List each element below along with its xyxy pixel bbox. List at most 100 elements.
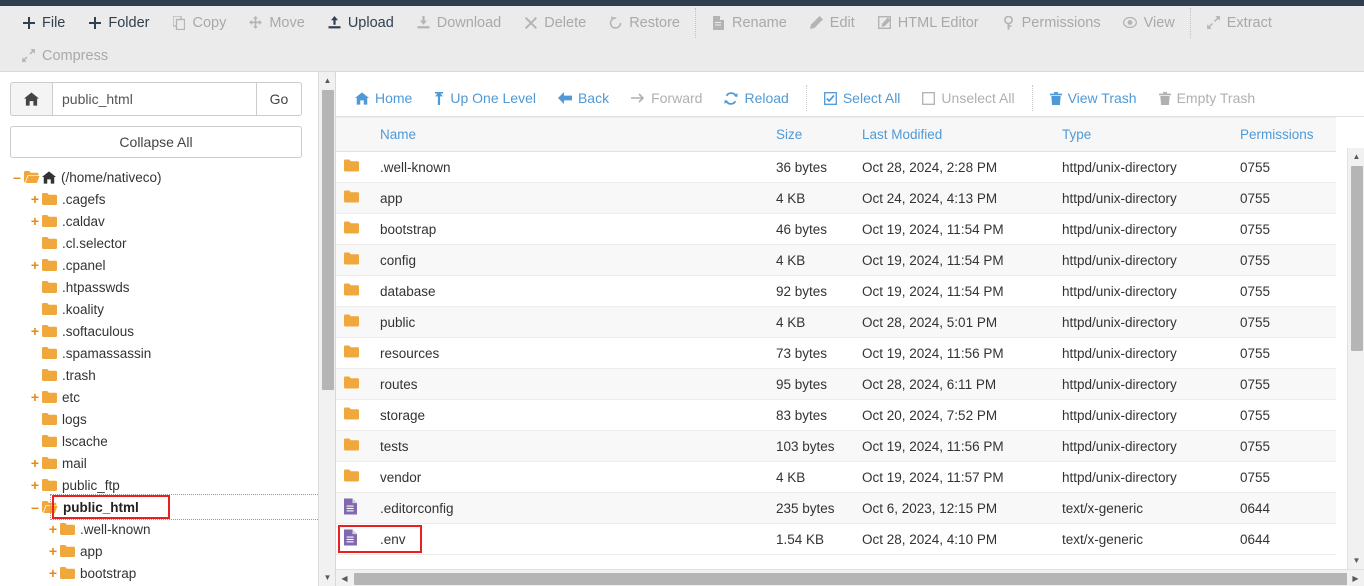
tree-item-dot-spamassassin[interactable]: .spamassassin bbox=[10, 342, 325, 364]
table-row[interactable]: resources73 bytesOct 19, 2024, 11:56 PMh… bbox=[336, 338, 1336, 369]
tree-item-bootstrap[interactable]: +bootstrap bbox=[10, 562, 325, 584]
table-row[interactable]: config4 KBOct 19, 2024, 11:54 PMhttpd/un… bbox=[336, 245, 1336, 276]
collapse-icon[interactable]: – bbox=[28, 500, 42, 514]
scroll-up-icon[interactable]: ▲ bbox=[319, 72, 336, 89]
table-scroll-left-icon[interactable]: ◀ bbox=[336, 570, 353, 586]
cell-type: text/x-generic bbox=[1062, 524, 1240, 555]
cell-name[interactable]: .editorconfig bbox=[336, 493, 776, 524]
cell-name[interactable]: vendor bbox=[336, 462, 776, 493]
table-row[interactable]: app4 KBOct 24, 2024, 4:13 PMhttpd/unix-d… bbox=[336, 183, 1336, 214]
toolbar-folder-button[interactable]: Folder bbox=[76, 6, 160, 39]
tree-item-dot-cl-selector[interactable]: .cl.selector bbox=[10, 232, 325, 254]
action-up-one-level-link[interactable]: Up One Level bbox=[423, 90, 547, 106]
action-home-link[interactable]: Home bbox=[344, 90, 423, 106]
expand-icon[interactable]: + bbox=[46, 522, 60, 536]
expand-icon[interactable]: + bbox=[28, 258, 42, 272]
cell-size: 4 KB bbox=[776, 183, 862, 214]
tree-item-dot-cpanel[interactable]: +.cpanel bbox=[10, 254, 325, 276]
table-scroll-right-icon[interactable]: ▶ bbox=[1347, 569, 1364, 586]
table-row[interactable]: .env1.54 KBOct 28, 2024, 4:10 PMtext/x-g… bbox=[336, 524, 1336, 555]
folder-icon bbox=[344, 315, 359, 330]
action-reload-link[interactable]: Reload bbox=[713, 90, 799, 106]
tree-item-etc[interactable]: +etc bbox=[10, 386, 325, 408]
tree-item-dot-trash[interactable]: .trash bbox=[10, 364, 325, 386]
file-table-vertical-scrollbar[interactable]: ▲ ▼ bbox=[1347, 148, 1364, 569]
table-row[interactable]: public4 KBOct 28, 2024, 5:01 PMhttpd/uni… bbox=[336, 307, 1336, 338]
toolbar-item-label: HTML Editor bbox=[898, 15, 979, 31]
column-header-size[interactable]: Size bbox=[776, 118, 862, 152]
table-row[interactable]: .editorconfig235 bytesOct 6, 2023, 12:15… bbox=[336, 493, 1336, 524]
action-back-link[interactable]: Back bbox=[547, 90, 620, 106]
table-row[interactable]: bootstrap46 bytesOct 19, 2024, 11:54 PMh… bbox=[336, 214, 1336, 245]
action-view-trash-link[interactable]: View Trash bbox=[1039, 90, 1148, 106]
expand-icon[interactable]: + bbox=[28, 478, 42, 492]
column-header-type[interactable]: Type bbox=[1062, 118, 1240, 152]
path-input[interactable] bbox=[52, 82, 256, 116]
file-table-horizontal-scrollbar[interactable]: ◀ bbox=[336, 569, 1347, 586]
expand-icon[interactable]: + bbox=[28, 214, 42, 228]
column-header-modified[interactable]: Last Modified bbox=[862, 118, 1062, 152]
cell-name[interactable]: .well-known bbox=[336, 152, 776, 183]
table-scroll-down-icon[interactable]: ▼ bbox=[1348, 552, 1364, 569]
tree-item-dot-caldav[interactable]: +.caldav bbox=[10, 210, 325, 232]
table-scroll-thumb[interactable] bbox=[1351, 166, 1363, 351]
cell-name[interactable]: .env bbox=[336, 524, 776, 555]
cell-permissions: 0644 bbox=[1240, 524, 1336, 555]
tree-item-label: .trash bbox=[62, 368, 96, 383]
expand-icon[interactable]: + bbox=[46, 544, 60, 558]
toolbar-file-button[interactable]: File bbox=[10, 6, 76, 39]
table-scroll-up-icon[interactable]: ▲ bbox=[1348, 148, 1364, 165]
home-icon[interactable] bbox=[10, 82, 52, 116]
table-row[interactable]: vendor4 KBOct 19, 2024, 11:57 PMhttpd/un… bbox=[336, 462, 1336, 493]
tree-item-dot-koality[interactable]: .koality bbox=[10, 298, 325, 320]
sidebar-scrollbar[interactable]: ▲ ▼ bbox=[318, 72, 335, 586]
expand-icon[interactable]: + bbox=[46, 566, 60, 580]
table-row[interactable]: .well-known36 bytesOct 28, 2024, 2:28 PM… bbox=[336, 152, 1336, 183]
scroll-down-icon[interactable]: ▼ bbox=[319, 569, 336, 586]
cell-name[interactable]: tests bbox=[336, 431, 776, 462]
collapse-all-button[interactable]: Collapse All bbox=[10, 126, 302, 158]
tree-item-mail[interactable]: +mail bbox=[10, 452, 325, 474]
expand-icon[interactable]: + bbox=[28, 456, 42, 470]
expand-icon[interactable]: + bbox=[28, 192, 42, 206]
folder-icon bbox=[42, 237, 57, 249]
tree-item-app[interactable]: +app bbox=[10, 540, 325, 562]
table-row[interactable]: routes95 bytesOct 28, 2024, 6:11 PMhttpd… bbox=[336, 369, 1336, 400]
cell-last-modified: Oct 6, 2023, 12:15 PM bbox=[862, 493, 1062, 524]
action-select-all-link[interactable]: Select All bbox=[813, 90, 912, 106]
column-header-name[interactable]: Name bbox=[336, 118, 776, 152]
tree-item-public_ftp[interactable]: +public_ftp bbox=[10, 474, 325, 496]
cell-name[interactable]: storage bbox=[336, 400, 776, 431]
tree-item-lscache[interactable]: lscache bbox=[10, 430, 325, 452]
tree-item-homenativeco[interactable]: –(/home/nativeco) bbox=[10, 166, 325, 188]
cell-name[interactable]: app bbox=[336, 183, 776, 214]
go-button[interactable]: Go bbox=[256, 82, 302, 116]
toolbar-item-label: Restore bbox=[629, 15, 680, 31]
table-row[interactable]: storage83 bytesOct 20, 2024, 7:52 PMhttp… bbox=[336, 400, 1336, 431]
tree-item-public_html[interactable]: –public_html bbox=[10, 496, 325, 518]
collapse-icon[interactable]: – bbox=[10, 170, 24, 184]
tree-item-dot-softaculous[interactable]: +.softaculous bbox=[10, 320, 325, 342]
path-bar: Go bbox=[10, 82, 302, 116]
toolbar-separator bbox=[695, 8, 696, 38]
cell-name[interactable]: resources bbox=[336, 338, 776, 369]
cell-name[interactable]: bootstrap bbox=[336, 214, 776, 245]
tree-item-dot-htpasswds[interactable]: .htpasswds bbox=[10, 276, 325, 298]
table-row[interactable]: tests103 bytesOct 19, 2024, 11:56 PMhttp… bbox=[336, 431, 1336, 462]
cell-permissions: 0755 bbox=[1240, 462, 1336, 493]
cell-name[interactable]: public bbox=[336, 307, 776, 338]
toolbar-upload-button[interactable]: Upload bbox=[316, 6, 405, 39]
cell-name[interactable]: config bbox=[336, 245, 776, 276]
cell-name[interactable]: database bbox=[336, 276, 776, 307]
toolbar-item-label: Upload bbox=[348, 15, 394, 31]
tree-item-dot-well-known[interactable]: +.well-known bbox=[10, 518, 325, 540]
expand-icon[interactable]: + bbox=[28, 390, 42, 404]
table-hscroll-thumb[interactable] bbox=[354, 573, 1364, 585]
table-row[interactable]: database92 bytesOct 19, 2024, 11:54 PMht… bbox=[336, 276, 1336, 307]
expand-icon[interactable]: + bbox=[28, 324, 42, 338]
sidebar-scroll-thumb[interactable] bbox=[322, 90, 334, 390]
cell-name[interactable]: routes bbox=[336, 369, 776, 400]
tree-item-dot-cagefs[interactable]: +.cagefs bbox=[10, 188, 325, 210]
tree-item-logs[interactable]: logs bbox=[10, 408, 325, 430]
column-header-permissions[interactable]: Permissions bbox=[1240, 118, 1336, 152]
